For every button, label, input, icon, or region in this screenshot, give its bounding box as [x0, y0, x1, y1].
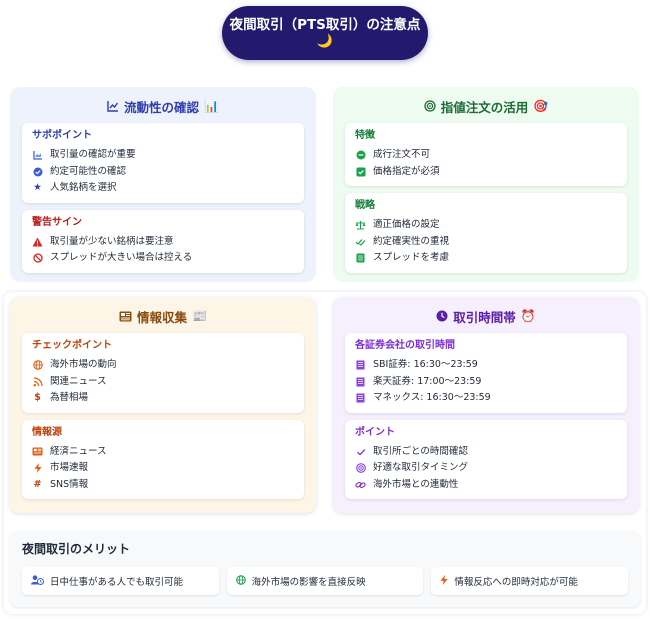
merit-item: 情報反応への即時対応が可能 — [431, 567, 629, 595]
direct-hit-emoji-icon: 🎯 — [533, 99, 549, 113]
list-item: 取引量の確認が重要 — [32, 147, 294, 164]
globe-icon — [235, 574, 246, 588]
features-title: 特徴 — [355, 130, 375, 141]
page-title: 夜間取引（PTS取引）の注意点 — [229, 17, 421, 33]
limit-order-panel-title: 指値注文の活用 🎯 — [345, 97, 627, 115]
strategy-card: 戦略 適正価格の設定 約定確実性の重視 スプレッドを考慮 — [345, 193, 627, 273]
building-icon — [355, 393, 366, 403]
merits-title: 夜間取引のメリット — [22, 542, 131, 556]
user-clock-icon — [31, 574, 44, 588]
points-card: ポイント 取引所ごとの時間確認 好適な取引タイミング 海外市場との連動性 — [345, 419, 627, 499]
newspaper-icon — [32, 447, 43, 456]
info-panel-title: 情報収集 📰 — [22, 307, 304, 325]
check-icon — [355, 447, 366, 457]
list-item: # SNS情報 — [33, 478, 89, 490]
merit-item: 日中仕事がある人でも取引可能 — [22, 567, 219, 595]
checkpoints-card: チェックポイント 海外市場の動向 関連ニュース $ 為替相場 — [22, 333, 304, 413]
balance-scale-icon — [355, 220, 366, 230]
building-icon — [355, 360, 366, 370]
building-icon — [355, 377, 366, 387]
ban-icon — [32, 253, 43, 263]
list-item: 約定可能性の確認 — [32, 164, 294, 181]
merits-section: 夜間取引のメリット 日中仕事がある人でも取引可能 海外市場の影響を直接反映 情報… — [10, 531, 640, 607]
list-item: マネックス: 16:30～23:59 — [355, 390, 617, 407]
features-card: 特徴 成行注文不可 価格指定が必須 — [345, 123, 627, 186]
hours-title-text: 取引時間帯 — [453, 309, 516, 325]
liquidity-panel-title: 流動性の確認 📊 — [22, 97, 304, 115]
sources-card: 情報源 経済ニュース 市場速報 # SNS情報 — [22, 419, 304, 499]
support-points-title: サポポイント — [32, 130, 92, 141]
list-item: 海外市場の動向 — [32, 357, 294, 374]
list-item: スプレッドを考慮 — [355, 250, 617, 267]
hashtag-icon: # — [33, 478, 42, 490]
list-item: 成行注文不可 — [355, 147, 617, 164]
strategy-title: 戦略 — [355, 200, 375, 211]
liquidity-title-text: 流動性の確認 — [124, 99, 200, 115]
link-icon — [355, 480, 366, 490]
newspaper-emoji-icon: 📰 — [192, 309, 207, 323]
bolt-icon — [440, 574, 448, 588]
list-item: 経済ニュース — [32, 444, 294, 461]
moon-icon: 🌙 — [316, 34, 334, 49]
checkpoints-title: チェックポイント — [32, 340, 112, 351]
points-title: ポイント — [355, 426, 395, 438]
limit-order-title-text: 指値注文の活用 — [440, 99, 529, 115]
list-item: スプレッドが大きい場合は控える — [32, 250, 294, 267]
list-item: 楽天証券: 17:00～23:59 — [355, 374, 617, 391]
list-item: 関連ニュース — [32, 374, 294, 391]
target-icon — [355, 463, 366, 474]
warning-signs-card: 警告サイン 取引量が少ない銘柄は要注意 スプレッドが大きい場合は控える — [22, 209, 304, 273]
list-item: ★ 人気銘柄を選択 — [33, 182, 117, 194]
chart-area-icon — [32, 150, 43, 160]
bar-chart-emoji-icon: 📊 — [204, 99, 219, 113]
list-item: 約定確実性の重視 — [355, 234, 617, 251]
list-item: 市場速報 — [32, 460, 294, 477]
alarm-clock-emoji-icon: ⏰ — [520, 309, 536, 323]
warning-triangle-icon — [32, 237, 43, 247]
broker-hours-card: 各証券会社の取引時間 SBI証券: 16:30～23:59 楽天証券: 17:0… — [345, 333, 627, 413]
dollar-icon: $ — [34, 392, 41, 404]
rss-icon — [32, 377, 43, 387]
list-item: SBI証券: 16:30～23:59 — [355, 357, 617, 374]
warning-signs-title: 警告サイン — [32, 216, 82, 228]
star-icon: ★ — [33, 182, 42, 194]
info-title-text: 情報収集 — [137, 309, 188, 325]
check-circle-icon — [355, 150, 366, 160]
bolt-icon — [32, 463, 43, 474]
check-circle-icon — [32, 167, 43, 177]
trading-hours-panel: 取引時間帯 ⏰ 各証券会社の取引時間 SBI証券: 16:30～23:59 楽天… — [333, 297, 639, 513]
limit-order-panel: 指値注文の活用 🎯 特徴 成行注文不可 価格指定が必須 戦略 適正価格の設定 約… — [333, 87, 639, 282]
hours-panel-title: 取引時間帯 ⏰ — [345, 307, 627, 325]
list-item: 価格指定が必須 — [355, 164, 617, 181]
chart-line-icon — [107, 100, 119, 112]
merit-item: 海外市場の影響を直接反映 — [226, 567, 424, 595]
list-item: 取引量が少ない銘柄は要注意 — [32, 234, 294, 251]
list-item: $ 為替相場 — [32, 390, 294, 407]
broker-hours-title: 各証券会社の取引時間 — [355, 340, 455, 351]
list-item: 適正価格の設定 — [355, 217, 617, 234]
double-check-icon — [355, 237, 366, 247]
newspaper-icon — [119, 311, 132, 322]
globe-icon — [32, 360, 43, 371]
file-icon — [355, 253, 366, 263]
sources-title: 情報源 — [32, 426, 62, 438]
list-item: 海外市場との連動性 — [355, 477, 617, 494]
check-square-icon — [355, 167, 366, 177]
list-item: 取引所ごとの時間確認 — [355, 444, 617, 461]
info-gathering-panel: 情報収集 📰 チェックポイント 海外市場の動向 関連ニュース $ 為替相場 情報… — [10, 297, 316, 513]
bullseye-icon — [424, 100, 436, 112]
liquidity-panel: 流動性の確認 📊 サポポイント 取引量の確認が重要 約定可能性の確認 ★ 人気銘… — [10, 87, 316, 282]
page-title-banner: 夜間取引（PTS取引）の注意点 🌙 — [222, 6, 428, 60]
clock-icon — [436, 310, 448, 322]
list-item: 好適な取引タイミング — [355, 460, 617, 477]
support-points-card: サポポイント 取引量の確認が重要 約定可能性の確認 ★ 人気銘柄を選択 — [22, 123, 304, 203]
